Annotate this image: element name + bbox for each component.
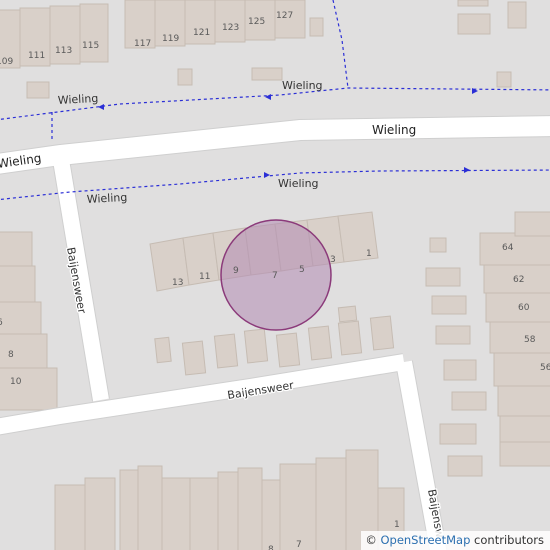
house-number: 9 (233, 266, 239, 276)
house-number: 58 (524, 335, 536, 345)
house-number: 127 (276, 11, 293, 21)
path-label-wieling-mid: Wieling (278, 177, 319, 190)
house-number: 111 (28, 51, 45, 61)
house-number: 115 (82, 41, 99, 51)
house-number: 1 (366, 249, 372, 259)
house-number: 7 (272, 271, 278, 281)
road-label-wieling: Wieling (372, 123, 416, 137)
map-canvas[interactable]: 109 111 113 115 117 119 121 123 125 127 … (0, 0, 550, 550)
house-number: 8 (8, 350, 14, 360)
house-number: 56 (540, 363, 550, 373)
house-number: 1 (394, 520, 400, 530)
house-number: 8 (268, 545, 274, 550)
house-number: 60 (518, 303, 530, 313)
house-number: 64 (502, 243, 514, 253)
path-label-wieling-left: Wieling (57, 92, 98, 107)
house-number: 62 (513, 275, 524, 285)
map-attribution: © OpenStreetMap contributors (361, 531, 550, 550)
house-number: 13 (172, 278, 183, 288)
house-number: 123 (222, 23, 239, 33)
house-number: 109 (0, 57, 13, 67)
copyright-symbol: © (365, 533, 377, 547)
house-number: 119 (162, 34, 179, 44)
house-number: 6 (0, 318, 3, 328)
house-number: 10 (10, 377, 22, 387)
attribution-suffix: contributors (470, 533, 544, 547)
house-number: 125 (248, 17, 265, 27)
map-view[interactable]: 109 111 113 115 117 119 121 123 125 127 … (0, 0, 550, 550)
path-label-wieling-top: Wieling (282, 79, 323, 92)
path-label-wieling-mid-left: Wieling (86, 191, 127, 206)
house-number: 117 (134, 39, 151, 49)
house-number: 5 (299, 265, 305, 275)
house-number: 7 (296, 540, 302, 550)
osm-link[interactable]: OpenStreetMap (380, 533, 470, 547)
house-number: 3 (330, 255, 336, 265)
house-number: 113 (55, 46, 72, 56)
house-number: 121 (193, 28, 210, 38)
house-number: 11 (199, 272, 210, 282)
